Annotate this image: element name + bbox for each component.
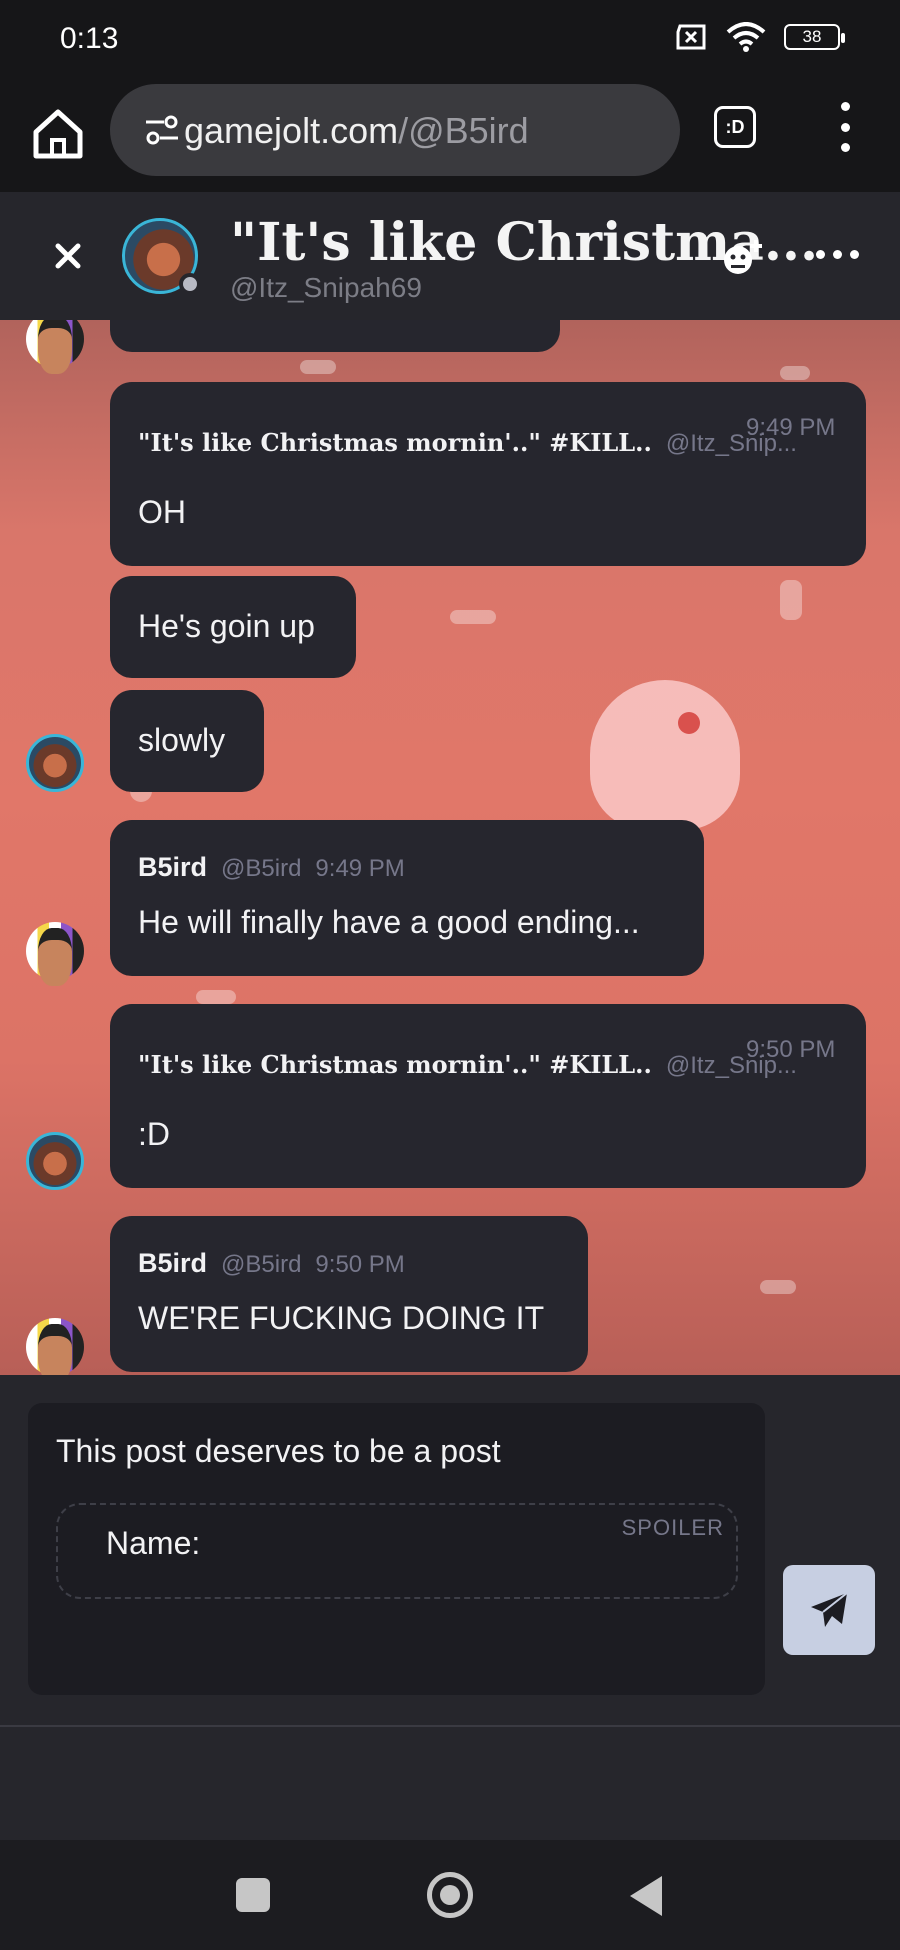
message-meta: B5ird @B5ird 9:49 PM — [138, 852, 405, 883]
avatar[interactable] — [26, 1318, 84, 1375]
empty-panel — [0, 1725, 900, 1840]
message-bubble[interactable]: B5ird @B5ird 9:50 PM WE'RE FUCKING DOING… — [110, 1216, 588, 1372]
system-nav-bar — [0, 1840, 900, 1950]
chat-header: "It's like Christma... @Itz_Snipah69 — [0, 192, 900, 320]
message-text: He's goin up — [138, 608, 315, 644]
message-bubble[interactable]: "It's like Christmas mornin'.." #KILL.. … — [110, 1004, 866, 1188]
bg-decoration — [780, 580, 802, 620]
message-meta: "It's like Christmas mornin'.." #KILL.. … — [138, 1050, 797, 1080]
message-time: 9:50 PM — [746, 1036, 836, 1063]
message-handle[interactable]: @B5ird — [221, 855, 301, 883]
message-author[interactable]: B5ird — [138, 1248, 207, 1279]
add-friend-icon[interactable] — [720, 236, 764, 280]
avatar[interactable] — [26, 922, 84, 986]
no-sim-icon — [676, 24, 706, 50]
message-text: slowly — [138, 722, 226, 758]
url-text: gamejolt.com/@B5ird — [184, 110, 529, 152]
message-bubble[interactable]: B5ird @B5ird 9:49 PM He will finally hav… — [110, 820, 704, 976]
message-bubble-partial[interactable] — [110, 320, 560, 352]
message-author[interactable]: "It's like Christmas mornin'.." #KILL.. — [138, 428, 652, 457]
back-button[interactable] — [630, 1876, 662, 1916]
kebab-menu-icon[interactable] — [830, 102, 860, 152]
send-button[interactable] — [783, 1565, 875, 1655]
bg-decoration — [760, 1280, 796, 1294]
message-time: 9:49 PM — [746, 414, 836, 441]
battery-indicator: 38 — [784, 24, 845, 50]
recents-button[interactable] — [236, 1878, 270, 1912]
send-icon — [811, 1592, 848, 1627]
composer-area: This post deserves to be a post SPOILER … — [0, 1375, 900, 1725]
status-bar: 0:13 38 — [0, 0, 900, 80]
message-list[interactable]: "It's like Christmas mornin'.." #KILL.. … — [0, 320, 900, 1375]
message-input[interactable]: This post deserves to be a post SPOILER … — [28, 1403, 765, 1695]
message-text: OH — [138, 494, 186, 530]
more-icon[interactable] — [816, 250, 859, 259]
home-icon[interactable] — [28, 104, 88, 164]
message-time: 9:49 PM — [315, 855, 405, 882]
browser-toolbar: gamejolt.com/@B5ird :D — [0, 80, 900, 192]
message-text: He will finally have a good ending... — [138, 904, 640, 940]
avatar[interactable] — [26, 320, 84, 374]
tab-switcher-button[interactable]: :D — [714, 106, 756, 148]
screen: 0:13 38 gamejolt.com/@B5ird :D "It's lik… — [0, 0, 900, 1950]
message-meta: B5ird @B5ird 9:50 PM — [138, 1248, 405, 1279]
bg-decoration — [780, 366, 810, 380]
bg-decoration — [300, 360, 336, 374]
message-bubble[interactable]: slowly — [110, 690, 264, 792]
message-text: :D — [138, 1116, 170, 1152]
message-author[interactable]: B5ird — [138, 852, 207, 883]
bg-decoration — [450, 610, 496, 624]
message-meta: "It's like Christmas mornin'.." #KILL.. … — [138, 428, 797, 458]
spoiler-text[interactable]: Name: — [106, 1525, 200, 1562]
tune-icon[interactable] — [144, 114, 180, 146]
chat-subtitle: @Itz_Snipah69 — [230, 272, 422, 303]
url-domain: gamejolt.com — [184, 110, 399, 151]
spoiler-label: SPOILER — [621, 1515, 724, 1540]
close-icon[interactable] — [46, 234, 90, 278]
status-icons: 38 — [674, 22, 845, 52]
bird-eye — [678, 712, 700, 734]
message-author[interactable]: "It's like Christmas mornin'.." #KILL.. — [138, 1050, 652, 1079]
address-bar[interactable]: gamejolt.com/@B5ird — [110, 84, 680, 176]
chat-avatar[interactable] — [122, 218, 201, 295]
message-time: 9:50 PM — [315, 1251, 405, 1278]
message-bubble[interactable]: "It's like Christmas mornin'.." #KILL.. … — [110, 382, 866, 566]
avatar[interactable] — [26, 734, 84, 792]
wifi-icon — [726, 22, 766, 52]
bird-illustration — [590, 680, 740, 830]
status-time: 0:13 — [60, 22, 119, 55]
url-path: /@B5ird — [398, 110, 529, 151]
message-text: WE'RE FUCKING DOING IT — [138, 1300, 545, 1336]
avatar[interactable] — [26, 1132, 84, 1190]
message-bubble[interactable]: He's goin up — [110, 576, 356, 678]
spoiler-block[interactable]: SPOILER Name: — [56, 1503, 738, 1599]
message-handle[interactable]: @B5ird — [221, 1251, 301, 1279]
presence-dot — [179, 273, 201, 295]
message-input-text[interactable]: This post deserves to be a post — [56, 1433, 501, 1470]
bg-decoration — [196, 990, 236, 1004]
home-button[interactable] — [427, 1872, 473, 1918]
